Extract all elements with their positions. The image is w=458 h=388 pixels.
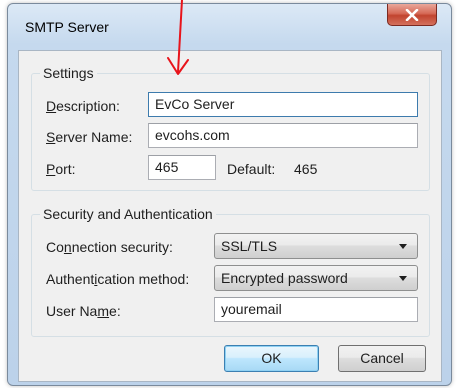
smtp-server-dialog: SMTP Server Settings Description: EvCo S… bbox=[7, 3, 452, 386]
window-title: SMTP Server bbox=[25, 19, 109, 35]
server-name-label: Server Name: bbox=[46, 129, 133, 145]
port-label: Port: bbox=[46, 161, 76, 177]
red-arrow-icon bbox=[167, 0, 189, 75]
cancel-button[interactable]: Cancel bbox=[338, 345, 426, 372]
close-x-icon bbox=[405, 8, 419, 21]
port-default-label: Default: bbox=[227, 161, 276, 177]
connection-security-value: SSL/TLS bbox=[221, 238, 278, 254]
auth-method-select[interactable]: Encrypted password bbox=[214, 265, 418, 291]
description-field[interactable]: EvCo Server bbox=[148, 92, 418, 117]
settings-group: Settings Description: EvCo Server Server… bbox=[31, 65, 430, 191]
port-default-value: 465 bbox=[294, 161, 318, 177]
dialog-body: Settings Description: EvCo Server Server… bbox=[18, 50, 442, 382]
chevron-down-icon bbox=[399, 276, 407, 281]
auth-method-value: Encrypted password bbox=[221, 270, 348, 286]
auth-method-label: Authentication method: bbox=[46, 271, 190, 287]
chevron-down-icon bbox=[399, 244, 407, 249]
description-label: Description: bbox=[46, 98, 120, 114]
user-name-field[interactable]: youremail bbox=[214, 297, 418, 322]
user-name-label: User Name: bbox=[46, 303, 121, 319]
settings-group-label: Settings bbox=[40, 65, 97, 81]
ok-button[interactable]: OK bbox=[224, 345, 319, 372]
security-group-label: Security and Authentication bbox=[40, 206, 216, 222]
connection-security-select[interactable]: SSL/TLS bbox=[214, 233, 418, 259]
connection-security-label: Connection security: bbox=[46, 239, 173, 255]
server-name-field[interactable]: evcohs.com bbox=[148, 123, 418, 148]
security-group: Security and Authentication Connection s… bbox=[31, 206, 430, 337]
close-button[interactable] bbox=[387, 4, 437, 26]
port-field[interactable]: 465 bbox=[148, 155, 216, 180]
